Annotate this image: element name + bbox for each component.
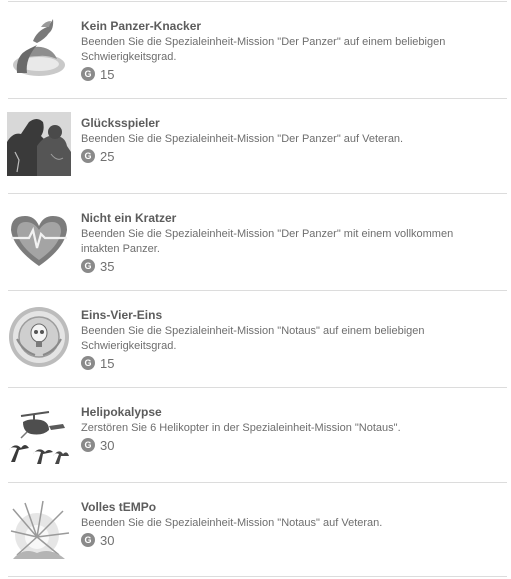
achievement-description: Beenden Sie die Spezialeinheit-Mission "… [81,36,446,63]
achievement-title: Volles tEMPo [81,500,157,514]
achievement-points: 30 [100,532,115,548]
achievement-description: Beenden Sie die Spezialeinheit-Mission "… [81,325,425,352]
gamerscore: G 15 [81,66,114,82]
gamerscore: G 30 [81,437,114,453]
heartbeat-heart-icon [7,208,71,272]
achievement-points: 35 [100,258,115,274]
emp-burst-icon [7,497,71,561]
achievement-description: Beenden Sie die Spezialeinheit-Mission "… [81,228,454,255]
gamerscore: G 25 [81,148,114,164]
achievement-description: Beenden Sie die Spezialeinheit-Mission "… [81,133,404,145]
gamerscore-icon: G [81,149,95,163]
achievement-points: 15 [100,355,115,371]
achievement-item[interactable]: Eins-Vier-Eins Beenden Sie die Spezialei… [0,291,511,387]
gamerscore: G 35 [81,258,114,274]
lion-emblem-icon [7,15,71,79]
achievement-title: Kein Panzer-Knacker [81,19,202,33]
achievement-title: Helipokalypse [81,405,162,419]
achievement-description: Zerstören Sie 6 Helikopter in der Spezia… [81,422,401,434]
gamerscore-icon: G [81,67,95,81]
achievement-item[interactable]: Glücksspieler Beenden Sie die Spezialein… [0,99,511,195]
gamerscore: G 15 [81,355,114,371]
achievement-description: Beenden Sie die Spezialeinheit-Mission "… [81,517,383,529]
achievement-item[interactable]: Volles tEMPo Beenden Sie die Spezialeinh… [0,483,511,579]
gamerscore-icon: G [81,438,95,452]
gamerscore: G 30 [81,532,114,548]
skull-seal-icon [7,305,71,369]
achievement-title: Eins-Vier-Eins [81,308,163,322]
achievement-points: 30 [100,437,115,453]
gamerscore-icon: G [81,533,95,547]
achievement-item[interactable]: Kein Panzer-Knacker Beenden Sie die Spez… [0,2,511,98]
achievement-item[interactable]: Helipokalypse Zerstören Sie 6 Helikopter… [0,388,511,484]
achievement-title: Glücksspieler [81,116,160,130]
achievement-title: Nicht ein Kratzer [81,211,177,225]
soldiers-silhouette-icon [7,112,71,176]
achievement-item[interactable]: Nicht ein Kratzer Beenden Sie die Spezia… [0,194,511,290]
divider [8,576,507,577]
achievement-points: 15 [100,66,115,82]
helicopter-palms-icon [7,402,71,466]
achievement-points: 25 [100,148,115,164]
gamerscore-icon: G [81,356,95,370]
gamerscore-icon: G [81,259,95,273]
